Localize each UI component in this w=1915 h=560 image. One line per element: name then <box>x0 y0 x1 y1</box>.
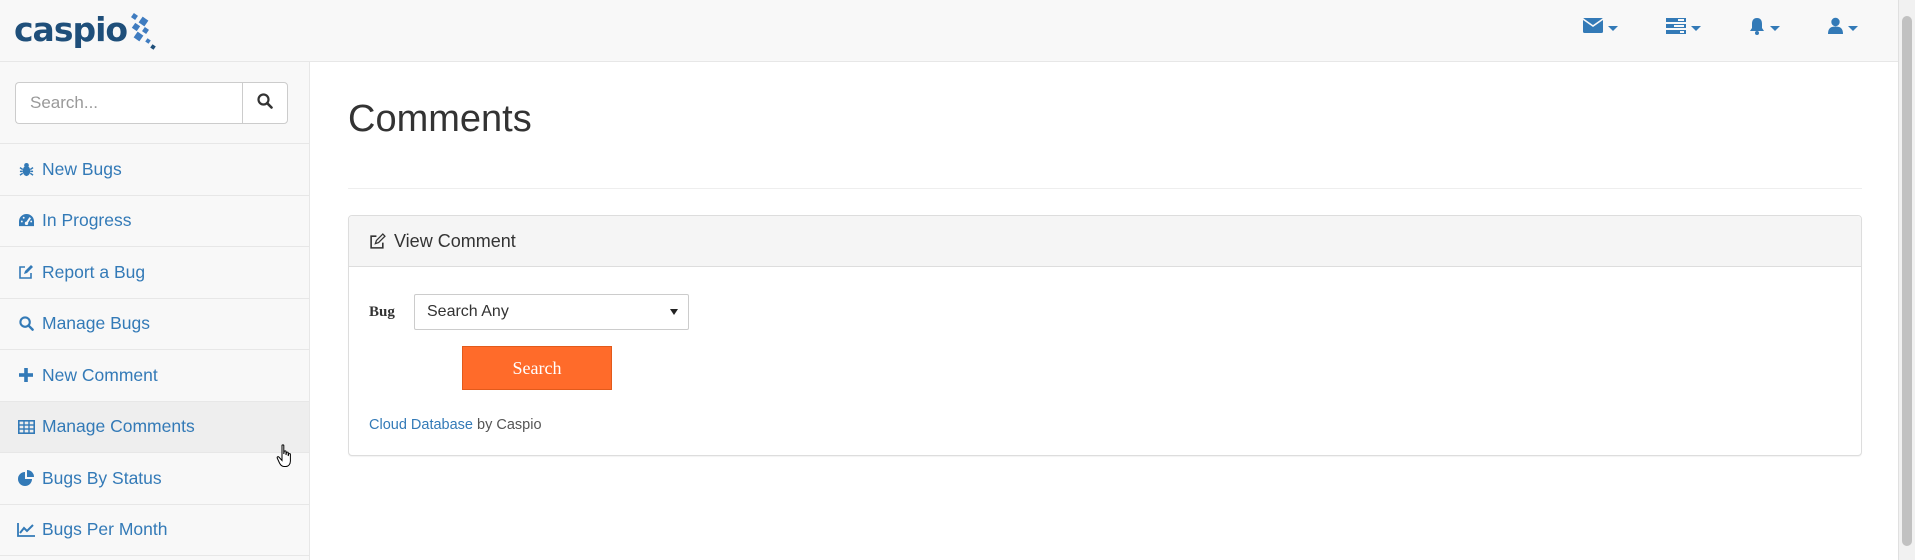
search-icon <box>257 92 273 114</box>
messages-dropdown[interactable] <box>1582 16 1618 40</box>
chevron-down-icon <box>670 309 678 315</box>
bug-select-value: Search Any <box>427 303 509 320</box>
sidebar-item-label: Bugs By Status <box>42 467 162 488</box>
bell-icon <box>1749 17 1765 40</box>
alerts-dropdown[interactable] <box>1749 16 1780 40</box>
navbar-icons <box>1582 16 1858 40</box>
credit-text: by Caspio <box>473 417 542 433</box>
line-chart-icon <box>17 521 35 539</box>
search-submit-button[interactable]: Search <box>462 346 612 390</box>
sidebar-item-label: Manage Bugs <box>42 313 150 334</box>
sidebar: New Bugs In Progress Report a Bug Manage… <box>0 62 310 560</box>
main-content: Comments View Comment Bug Search Any Sea… <box>348 62 1862 456</box>
top-navbar: caspio <box>0 0 1898 62</box>
sidebar-item-in-progress[interactable]: In Progress <box>0 196 309 247</box>
user-dropdown[interactable] <box>1828 16 1858 40</box>
page-title: Comments <box>348 98 1862 189</box>
sidebar-item-new-comment[interactable]: New Comment <box>0 350 309 402</box>
caspio-logo[interactable]: caspio <box>14 8 157 52</box>
chevron-down-icon <box>1770 25 1780 31</box>
sidebar-item-new-bugs[interactable]: New Bugs <box>0 144 309 196</box>
pie-chart-icon <box>17 469 35 487</box>
chevron-down-icon <box>1848 25 1858 31</box>
sidebar-item-label: Report a Bug <box>42 261 146 282</box>
plus-icon <box>17 366 35 384</box>
bug-filter-row: Bug Search Any <box>369 294 1841 330</box>
sidebar-item-label: New Bugs <box>42 158 122 179</box>
table-icon <box>17 418 35 436</box>
edit-icon <box>369 232 386 250</box>
logo-dots-icon <box>129 12 157 52</box>
dashboard-icon <box>17 212 35 230</box>
bug-label: Bug <box>369 303 395 320</box>
sidebar-item-label: Bugs Per Month <box>42 519 168 540</box>
sidebar-item-label: New Comment <box>42 364 158 385</box>
sidebar-item-manage-bugs[interactable]: Manage Bugs <box>0 299 309 350</box>
envelope-icon <box>1582 18 1604 38</box>
panel-body: Bug Search Any Search Cloud Database by … <box>349 267 1861 455</box>
chevron-down-icon <box>1691 25 1701 31</box>
sidebar-search <box>0 62 309 144</box>
search-input[interactable] <box>15 82 242 124</box>
bug-select[interactable]: Search Any <box>414 294 689 330</box>
edit-icon <box>17 263 35 281</box>
cloud-database-link[interactable]: Cloud Database <box>369 417 473 433</box>
bug-icon <box>17 160 35 178</box>
sidebar-item-bugs-per-month[interactable]: Bugs Per Month <box>0 505 309 556</box>
hand-cursor-icon <box>276 444 294 473</box>
tasks-icon <box>1666 17 1686 39</box>
search-icon <box>17 315 35 333</box>
sidebar-item-manage-comments[interactable]: Manage Comments <box>0 401 309 453</box>
search-button[interactable] <box>242 82 288 124</box>
caspio-credit: Cloud Database by Caspio <box>369 417 542 433</box>
panel-heading: View Comment <box>349 216 1861 267</box>
sidebar-item-label: Manage Comments <box>42 416 195 437</box>
chevron-down-icon <box>1608 25 1618 31</box>
sidebar-item-report-a-bug[interactable]: Report a Bug <box>0 247 309 299</box>
view-comment-panel: View Comment Bug Search Any Search Cloud… <box>348 215 1862 456</box>
tasks-dropdown[interactable] <box>1666 16 1701 40</box>
user-icon <box>1828 17 1843 39</box>
panel-title: View Comment <box>394 230 516 251</box>
sidebar-item-bugs-by-status[interactable]: Bugs By Status <box>0 453 309 505</box>
sidebar-item-label: In Progress <box>42 210 132 231</box>
scrollbar-thumb[interactable] <box>1902 16 1912 546</box>
page-scrollbar[interactable] <box>1898 0 1915 560</box>
logo-text: caspio <box>14 10 128 49</box>
